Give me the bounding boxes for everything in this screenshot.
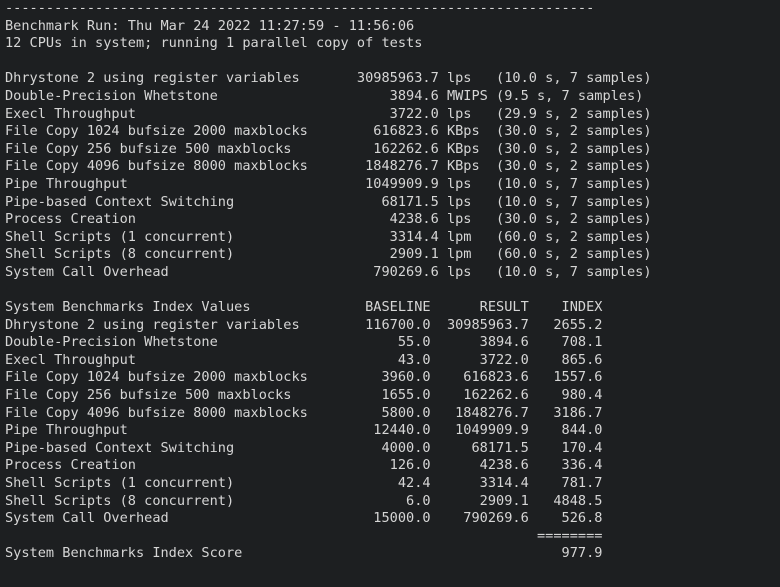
result-row: System Call Overhead 790269.6 lps (10.0 … [0, 264, 780, 282]
index-table-row: Execl Throughput 43.0 3722.0 865.6 [0, 352, 780, 370]
result-row: File Copy 256 bufsize 500 maxblocks 1622… [0, 141, 780, 159]
blank-line [0, 581, 780, 587]
result-row: Execl Throughput 3722.0 lps (29.9 s, 2 s… [0, 106, 780, 124]
top-separator-rule: ----------------------------------------… [0, 0, 780, 18]
blank-line [0, 53, 780, 71]
index-table-row: Process Creation 126.0 4238.6 336.4 [0, 457, 780, 475]
index-table-row: Shell Scripts (8 concurrent) 6.0 2909.1 … [0, 493, 780, 511]
benchmark-run-line: Benchmark Run: Thu Mar 24 2022 11:27:59 … [0, 18, 780, 36]
index-table-row: Pipe-based Context Switching 4000.0 6817… [0, 440, 780, 458]
index-table-row: File Copy 256 bufsize 500 maxblocks 1655… [0, 387, 780, 405]
terminal-output[interactable]: ----------------------------------------… [0, 0, 780, 587]
result-row: File Copy 4096 bufsize 8000 maxblocks 18… [0, 158, 780, 176]
index-table-header: System Benchmarks Index Values BASELINE … [0, 299, 780, 317]
index-table-row: System Call Overhead 15000.0 790269.6 52… [0, 510, 780, 528]
cpu-count-line: 12 CPUs in system; running 1 parallel co… [0, 35, 780, 53]
score-rule: ======== [0, 528, 780, 546]
index-table-row: Pipe Throughput 12440.0 1049909.9 844.0 [0, 422, 780, 440]
result-row: Shell Scripts (1 concurrent) 3314.4 lpm … [0, 229, 780, 247]
index-table-row: Double-Precision Whetstone 55.0 3894.6 7… [0, 334, 780, 352]
index-table-row: File Copy 1024 bufsize 2000 maxblocks 39… [0, 369, 780, 387]
blank-line [0, 563, 780, 581]
result-row: Shell Scripts (8 concurrent) 2909.1 lpm … [0, 246, 780, 264]
result-row: Dhrystone 2 using register variables 309… [0, 70, 780, 88]
index-table-row: Dhrystone 2 using register variables 116… [0, 317, 780, 335]
index-table-row: Shell Scripts (1 concurrent) 42.4 3314.4… [0, 475, 780, 493]
index-table-row: File Copy 4096 bufsize 8000 maxblocks 58… [0, 405, 780, 423]
result-row: Process Creation 4238.6 lps (30.0 s, 2 s… [0, 211, 780, 229]
result-row: Pipe Throughput 1049909.9 lps (10.0 s, 7… [0, 176, 780, 194]
result-row: Pipe-based Context Switching 68171.5 lps… [0, 194, 780, 212]
result-row: File Copy 1024 bufsize 2000 maxblocks 61… [0, 123, 780, 141]
blank-line [0, 282, 780, 300]
index-score-row: System Benchmarks Index Score 977.9 [0, 545, 780, 563]
result-row: Double-Precision Whetstone 3894.6 MWIPS … [0, 88, 780, 106]
